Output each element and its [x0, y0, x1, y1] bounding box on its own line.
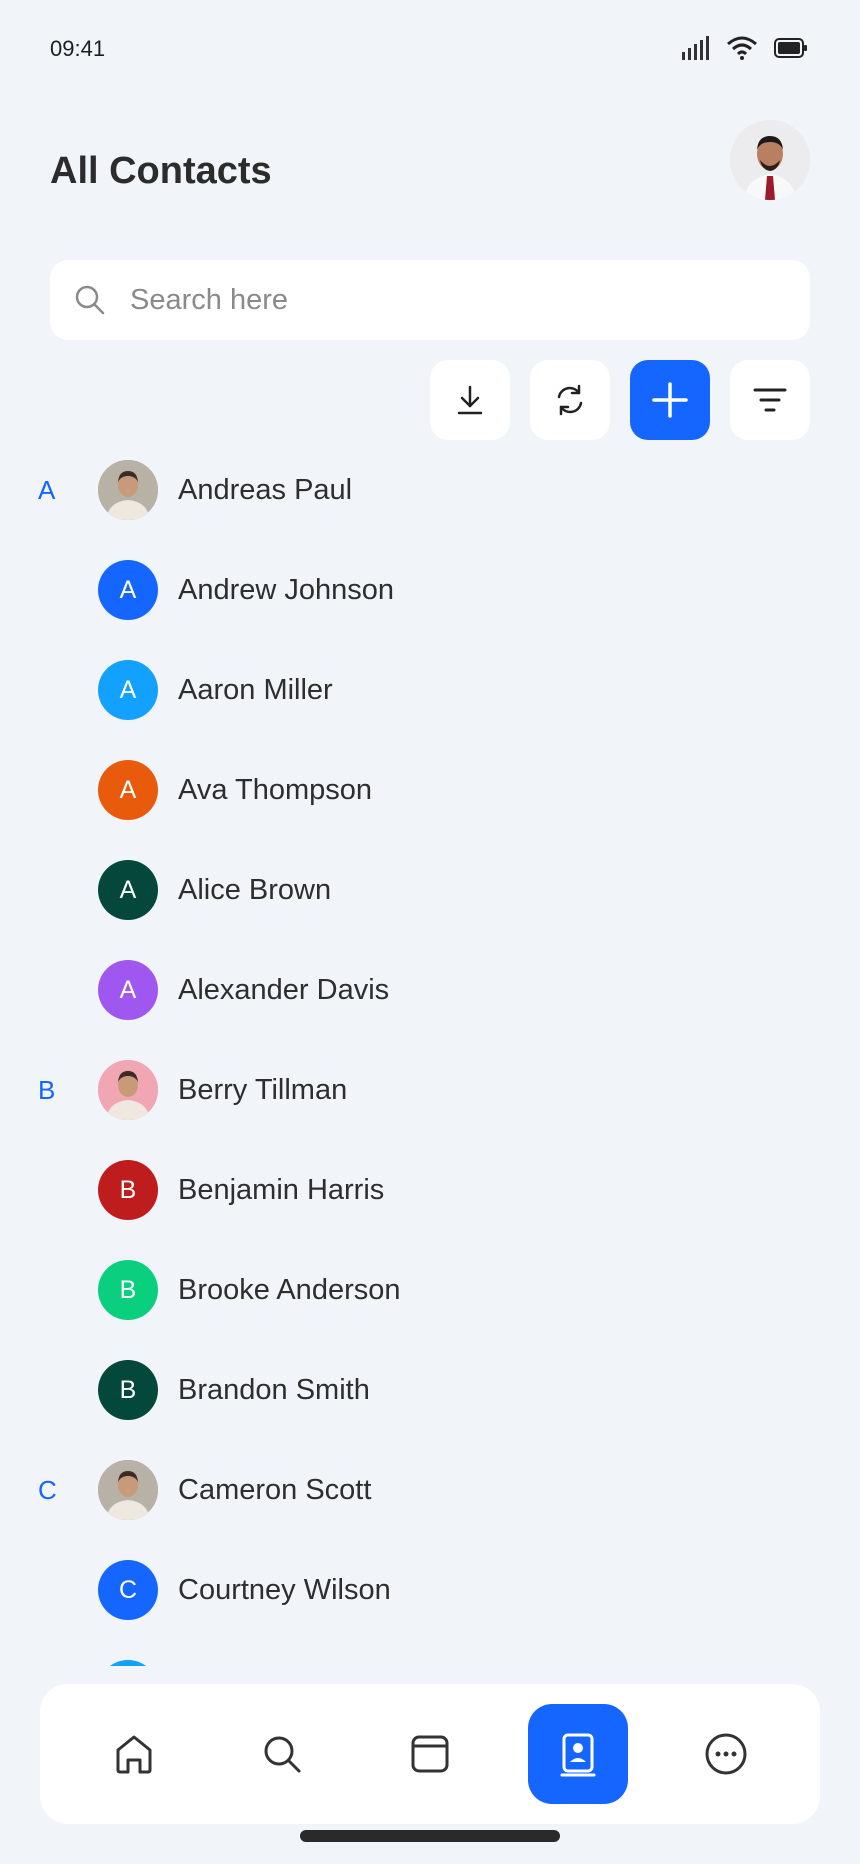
contact-avatar: A [98, 760, 158, 820]
status-bar: 09:41 [0, 0, 860, 96]
more-icon [705, 1733, 747, 1775]
contact-name: Alexander Davis [178, 973, 390, 1006]
contact-name: Andreas Paul [178, 473, 353, 506]
contact-name: Berry Tillman [178, 1073, 348, 1106]
contact-name: Courtney Wilson [178, 1573, 391, 1606]
avatar-initial: A [119, 675, 137, 704]
avatar-photo [98, 460, 158, 520]
sync-icon [557, 384, 583, 416]
page-title: All Contacts [50, 150, 272, 192]
avatar-photo [98, 1060, 158, 1120]
contact-name: Ava Thompson [178, 773, 372, 806]
nav-calendar[interactable] [380, 1704, 480, 1804]
home-indicator [300, 1830, 560, 1842]
avatar-photo [98, 1460, 158, 1520]
contact-avatar: B [98, 1360, 158, 1420]
add-contact-button[interactable] [630, 360, 710, 440]
avatar-initial: B [119, 1375, 137, 1404]
contact-avatar: C [98, 1560, 158, 1620]
contact-row[interactable]: C Courtney Wilson [0, 1540, 860, 1640]
profile-avatar[interactable] [730, 120, 810, 200]
bottom-nav [40, 1684, 820, 1824]
status-icons [682, 36, 808, 60]
contact-name: Brooke Anderson [178, 1273, 401, 1306]
avatar-initial: A [119, 775, 137, 804]
search-icon [75, 285, 105, 315]
battery-icon [774, 38, 807, 58]
contact-row[interactable]: B Brooke Anderson [0, 1240, 860, 1340]
contact-name: Alice Brown [178, 873, 332, 906]
avatar-initial: A [119, 975, 137, 1004]
contact-row[interactable]: A Andreas Paul [0, 440, 860, 540]
nav-more[interactable] [676, 1704, 776, 1804]
contact-avatar: B [98, 1260, 158, 1320]
contact-row[interactable]: B Brandon Smith [0, 1340, 860, 1440]
contact-actions [430, 360, 810, 440]
contact-name: Cameron Scott [178, 1473, 372, 1506]
nav-search[interactable] [232, 1704, 332, 1804]
contact-row[interactable]: A Ava Thompson [0, 740, 860, 840]
contact-name: Benjamin Harris [178, 1173, 385, 1206]
contact-row[interactable]: B Berry Tillman [0, 1040, 860, 1140]
contact-avatar [98, 1660, 158, 1666]
contact-list: A Andreas Paul A Andrew Johnson A Aaron Mille… [0, 440, 860, 1666]
download-button[interactable] [430, 360, 510, 440]
contact-row[interactable] [0, 1640, 860, 1666]
contact-avatar: A [98, 960, 158, 1020]
calendar-icon [411, 1735, 449, 1773]
plus-icon [652, 382, 688, 418]
avatar-initial: B [119, 1275, 137, 1304]
contact-row[interactable]: B Benjamin Harris [0, 1140, 860, 1240]
contact-avatar [98, 1460, 158, 1520]
contact-name: Aaron Miller [178, 673, 333, 706]
section-letter: B [38, 1074, 56, 1105]
filter-icon [753, 388, 787, 412]
contact-avatar [98, 1060, 158, 1120]
contact-row[interactable]: C Cameron Scott [0, 1440, 860, 1540]
status-time: 09:41 [50, 36, 106, 61]
home-icon [116, 1735, 152, 1774]
contact-avatar: B [98, 1160, 158, 1220]
search-input[interactable] [130, 283, 750, 317]
contact-row[interactable]: A Aaron Miller [0, 640, 860, 740]
nav-contacts[interactable] [528, 1704, 628, 1804]
download-icon [457, 385, 483, 415]
search-box[interactable] [50, 260, 810, 340]
contact-row[interactable]: A Alexander Davis [0, 940, 860, 1040]
contacts-icon [560, 1733, 596, 1777]
avatar-initial: C [118, 1575, 138, 1604]
avatar-initial: B [119, 1175, 137, 1204]
contact-avatar: A [98, 560, 158, 620]
contact-avatar: A [98, 860, 158, 920]
filter-button[interactable] [730, 360, 810, 440]
contact-name: Brandon Smith [178, 1373, 370, 1406]
section-letter: A [38, 474, 56, 505]
search-icon [264, 1736, 301, 1773]
contact-row[interactable]: A Alice Brown [0, 840, 860, 940]
sync-button[interactable] [530, 360, 610, 440]
profile-photo [730, 120, 810, 200]
avatar-initial: A [119, 875, 137, 904]
contact-avatar: A [98, 660, 158, 720]
contact-row[interactable]: A Andrew Johnson [0, 540, 860, 640]
wifi-icon [727, 36, 757, 60]
avatar-initial: A [119, 575, 137, 604]
signal-icon [682, 36, 709, 60]
contact-name: Andrew Johnson [178, 573, 395, 606]
section-letter: C [38, 1474, 57, 1505]
nav-home[interactable] [84, 1704, 184, 1804]
contact-avatar [98, 460, 158, 520]
